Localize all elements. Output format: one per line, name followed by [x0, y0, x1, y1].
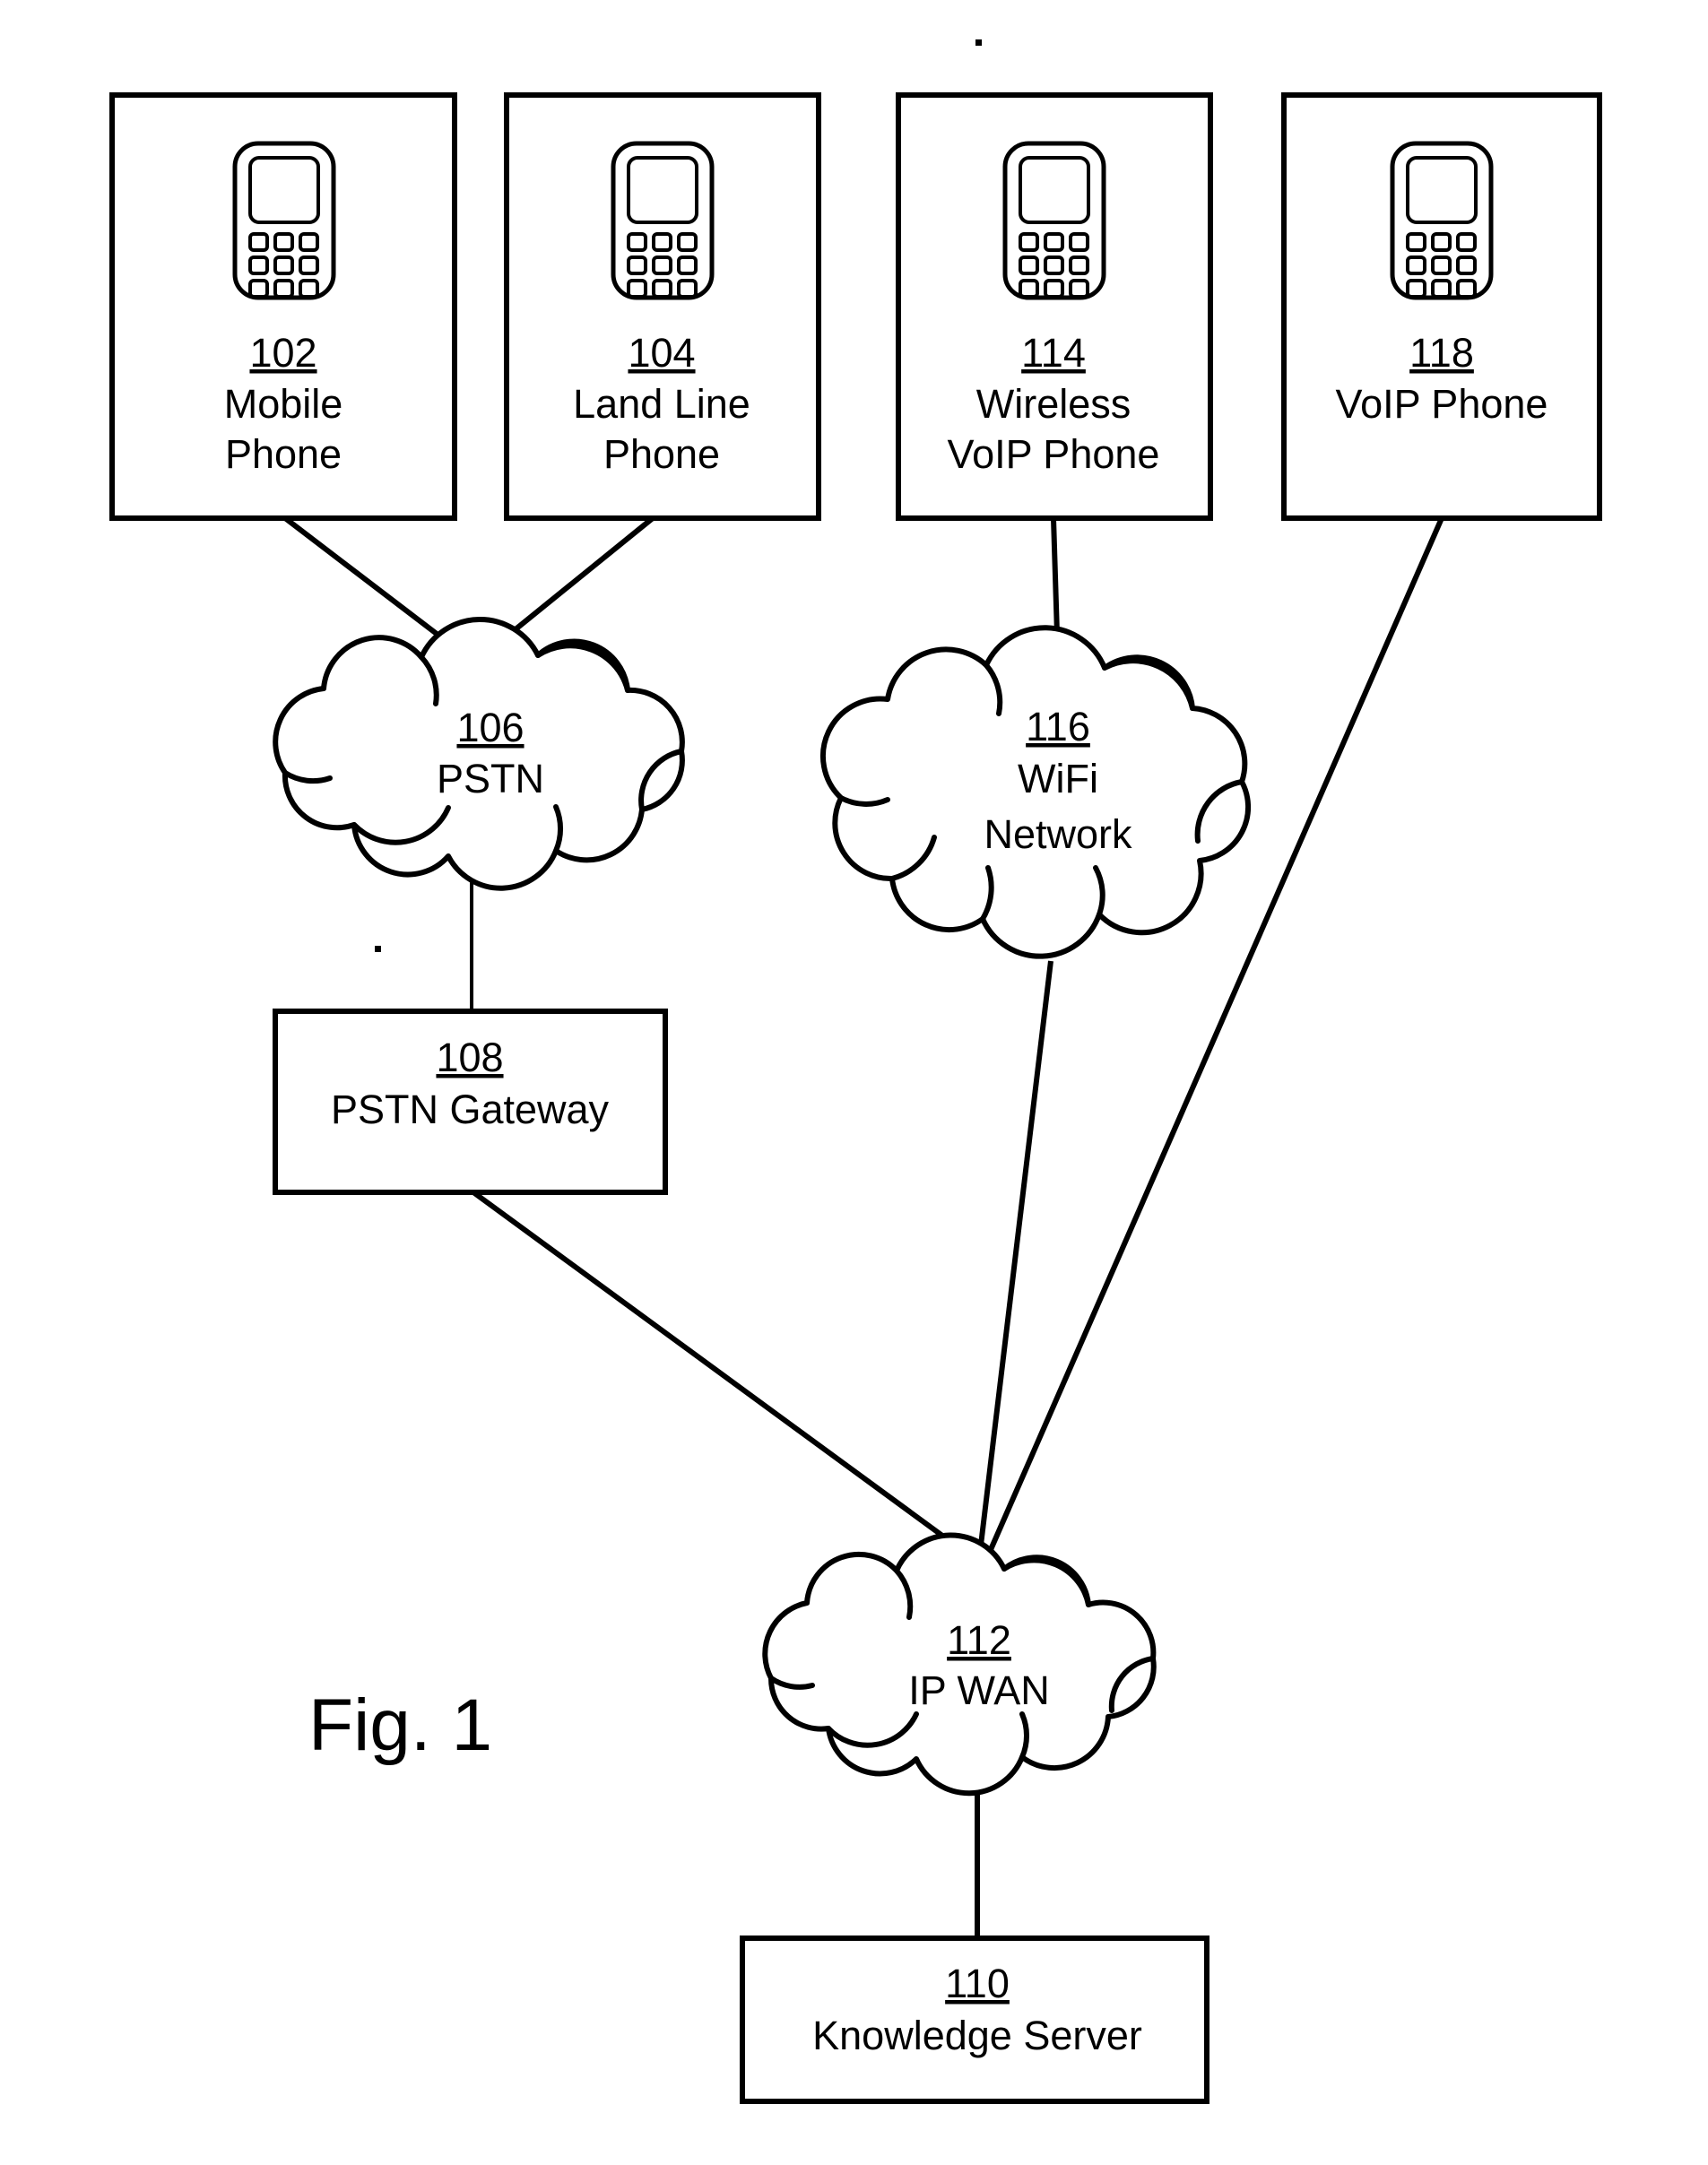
node-label-voip-phone-line1: VoIP Phone — [1336, 381, 1548, 427]
ref-number-ip-wan: 112 — [947, 1617, 1011, 1663]
cloud-shape-ip-wan — [762, 1532, 1157, 1797]
node-ip-wan[interactable]: 112 IP WAN — [762, 1532, 1157, 1797]
node-wifi-network[interactable]: 116 WiFi Network — [819, 625, 1252, 959]
ref-number-land-line-phone: 104 — [628, 330, 695, 376]
node-label-ip-wan-line1: IP WAN — [908, 1667, 1050, 1713]
node-label-wireless-voip-phone-line1: Wireless — [976, 381, 1131, 427]
ref-number-knowledge-server: 110 — [945, 1961, 1010, 2006]
node-label-knowledge-server-line1: Knowledge Server — [812, 2013, 1142, 2058]
scan-speck-mid — [375, 946, 381, 952]
node-label-land-line-phone-line1: Land Line — [573, 381, 750, 427]
node-label-mobile-phone-line1: Mobile — [224, 381, 343, 427]
node-mobile-phone[interactable]: 102 Mobile Phone — [109, 92, 457, 521]
node-label-wireless-voip-phone-line2: VoIP Phone — [948, 431, 1160, 477]
node-label-wifi-network-line1: WiFi — [1018, 756, 1098, 801]
connection-pstn-gateway-to-ip-wan — [472, 1190, 977, 1563]
ref-number-voip-phone: 118 — [1409, 330, 1474, 376]
node-pstn[interactable]: 106 PSTN — [273, 616, 685, 891]
ref-number-pstn-gateway: 108 — [436, 1035, 503, 1080]
node-wireless-voip-phone[interactable]: 114 Wireless VoIP Phone — [896, 92, 1213, 521]
node-label-mobile-phone-line2: Phone — [225, 431, 342, 477]
node-label-pstn-gateway-line1: PSTN Gateway — [331, 1087, 610, 1132]
figure-caption: Fig. 1 — [308, 1684, 492, 1766]
network-architecture-diagram: 102 Mobile Phone 104 Land Line Phone 114… — [109, 39, 1602, 2104]
ref-number-mobile-phone: 102 — [249, 330, 316, 376]
scan-speck-top — [975, 39, 982, 46]
ref-number-wireless-voip-phone: 114 — [1021, 330, 1086, 376]
connection-wifi-to-ip-wan — [976, 960, 1053, 1561]
cloud-shape-pstn — [273, 616, 685, 891]
ref-number-wifi-network: 116 — [1026, 704, 1090, 749]
node-label-wifi-network-line2: Network — [984, 811, 1132, 857]
node-pstn-gateway[interactable]: 108 PSTN Gateway — [273, 1009, 668, 1195]
node-knowledge-server[interactable]: 110 Knowledge Server — [740, 1936, 1209, 2104]
ref-number-pstn: 106 — [456, 705, 524, 750]
node-land-line-phone[interactable]: 104 Land Line Phone — [504, 92, 821, 521]
node-voip-phone[interactable]: 118 VoIP Phone — [1281, 92, 1602, 521]
patent-figure: 102 Mobile Phone 104 Land Line Phone 114… — [0, 0, 1708, 2165]
node-label-pstn-line1: PSTN — [437, 756, 544, 801]
node-label-land-line-phone-line2: Phone — [603, 431, 720, 477]
